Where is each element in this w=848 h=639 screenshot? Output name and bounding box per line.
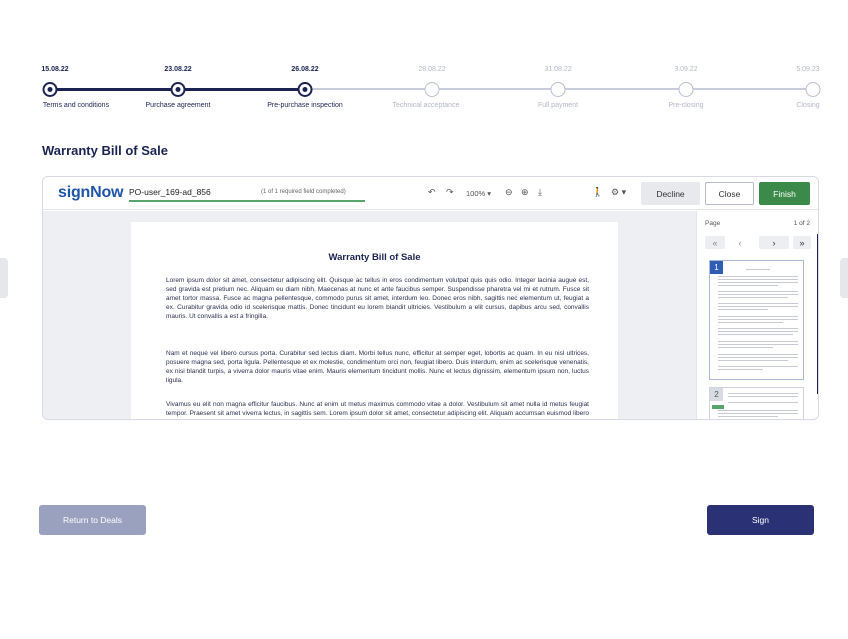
download-icon[interactable]: ⤓ — [538, 187, 542, 198]
prev-page-icon[interactable]: ‹ — [729, 236, 751, 249]
thumbnail-number: 2 — [710, 388, 723, 401]
step-pending-marker[interactable] — [424, 82, 440, 97]
page-sidebar: Page 1 of 2 « ‹ › » 1 2 — [696, 211, 818, 419]
step-label: Closing — [796, 102, 820, 109]
field-marker — [712, 405, 724, 409]
page-label: Page — [705, 220, 721, 227]
step-complete-marker[interactable] — [42, 82, 58, 97]
document-page: Warranty Bill of Sale Lorem ipsum dolor … — [131, 222, 618, 419]
viewer-toolbar: signNow PO-user_169-ad_856 (1 of 1 requi… — [43, 177, 818, 210]
step-label: Technical acceptance — [392, 102, 460, 109]
step-complete-marker[interactable] — [297, 82, 313, 97]
step-label: Terms and conditions — [42, 102, 110, 109]
settings-icon[interactable]: ⚙ ▾ — [611, 187, 626, 198]
step-date: 28.08.22 — [418, 66, 446, 73]
step-date: 26.08.22 — [291, 66, 319, 73]
step-label: Purchase agreement — [145, 102, 211, 109]
first-page-icon[interactable]: « — [705, 236, 725, 249]
required-fields-status: (1 of 1 required field completed) — [261, 189, 346, 195]
step-date: 5.09.23 — [796, 66, 820, 73]
step-date: 15.08.22 — [41, 66, 69, 73]
redo-icon[interactable]: ↷ — [446, 187, 454, 198]
progress-timeline: 15.08.22 23.08.22 26.08.22 28.08.22 31.0… — [0, 0, 848, 120]
close-button[interactable]: Close — [705, 182, 754, 205]
page-thumbnail[interactable]: 2 — [709, 387, 804, 419]
right-edge-handle — [840, 258, 848, 298]
return-to-deals-button[interactable]: Return to Deals — [39, 505, 146, 535]
step-label: Pre-closing — [668, 102, 704, 109]
document-canvas[interactable]: Warranty Bill of Sale Lorem ipsum dolor … — [43, 211, 696, 419]
left-edge-handle — [0, 258, 8, 298]
document-viewer: signNow PO-user_169-ad_856 (1 of 1 requi… — [42, 176, 819, 420]
step-pending-marker[interactable] — [550, 82, 566, 97]
step-date: 31.08.22 — [544, 66, 572, 73]
last-page-icon[interactable]: » — [793, 236, 811, 249]
signnow-logo: signNow — [58, 184, 124, 201]
decline-button[interactable]: Decline — [641, 182, 700, 205]
step-label: Full payment — [537, 102, 579, 109]
document-paragraph: Nam et neque vel libero cursus porta. Cu… — [166, 350, 589, 384]
zoom-out-icon[interactable]: ⊖ — [505, 187, 513, 198]
document-name: PO-user_169-ad_856 — [129, 187, 211, 197]
zoom-in-icon[interactable]: ⊕ — [521, 187, 529, 198]
next-page-icon[interactable]: › — [759, 236, 789, 249]
page-thumbnail[interactable]: 1 — [709, 260, 804, 380]
step-label: Pre-purchase inspection — [267, 102, 343, 109]
step-pending-marker[interactable] — [678, 82, 694, 97]
page-count: 1 of 2 — [793, 220, 810, 227]
step-complete-marker[interactable] — [170, 82, 186, 97]
completion-progress-bar — [129, 200, 365, 202]
document-title: Warranty Bill of Sale — [328, 252, 421, 263]
accessibility-icon[interactable]: 🚶 — [592, 187, 603, 198]
step-date: 3.09.22 — [674, 66, 698, 73]
step-date: 23.08.22 — [164, 66, 192, 73]
undo-icon[interactable]: ↶ — [428, 187, 436, 198]
zoom-select[interactable]: 100% ▾ — [466, 189, 491, 198]
document-paragraph: Lorem ipsum dolor sit amet, consectetur … — [166, 277, 589, 320]
zoom-level: 100% — [466, 189, 486, 198]
thumbnail-number: 1 — [710, 261, 723, 274]
finish-button[interactable]: Finish — [759, 182, 810, 205]
step-pending-marker[interactable] — [805, 82, 821, 97]
sign-button[interactable]: Sign — [707, 505, 814, 535]
sidebar-scrollbar[interactable] — [817, 234, 818, 394]
document-paragraph: Vivamus eu elit non magna efficitur fauc… — [166, 401, 589, 417]
page-title: Warranty Bill of Sale — [42, 143, 168, 158]
